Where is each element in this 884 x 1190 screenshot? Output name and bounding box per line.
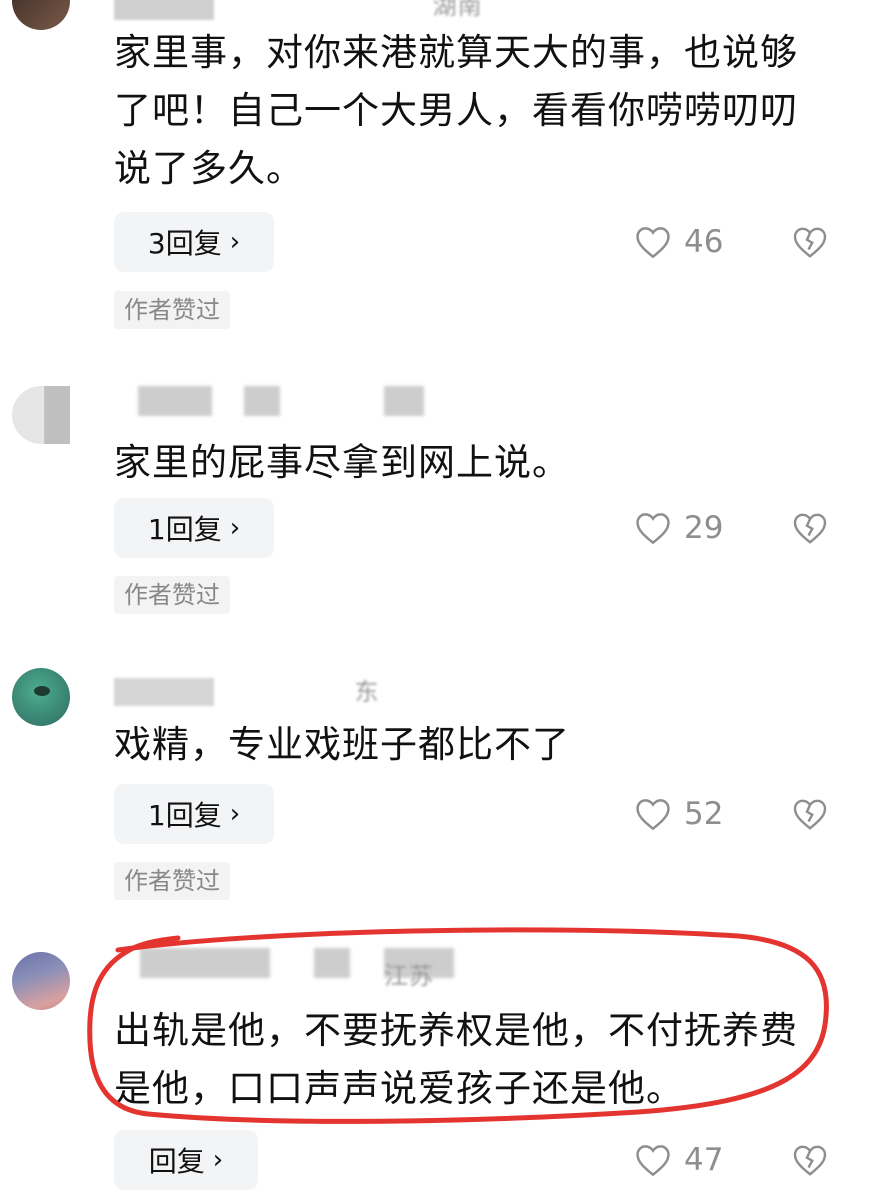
dislike-button[interactable]	[792, 212, 830, 272]
broken-heart-icon	[793, 799, 827, 830]
avatar[interactable]	[12, 386, 70, 444]
like-count: 52	[684, 796, 724, 832]
chevron-right-icon: ›	[229, 227, 241, 257]
dislike-button[interactable]	[792, 784, 830, 844]
like-count: 46	[684, 224, 724, 260]
comment-text: 戏精，专业戏班子都比不了	[114, 723, 570, 766]
broken-heart-icon	[793, 227, 827, 258]
comment-meta: 用户名称 东	[114, 672, 380, 707]
comment-meta	[114, 386, 454, 416]
heart-outline-icon	[636, 227, 670, 259]
like-button[interactable]: 29	[634, 498, 723, 558]
avatar[interactable]	[12, 952, 70, 1010]
highlight-ring	[87, 927, 829, 1124]
like-count: 47	[684, 1142, 724, 1178]
like-button[interactable]: 46	[634, 212, 723, 272]
author-liked-badge: 作者赞过	[114, 291, 230, 329]
reply-button[interactable]: 1回复 ›	[114, 498, 274, 558]
reply-button[interactable]: 回复 ›	[114, 1130, 258, 1190]
chevron-right-icon: ›	[229, 513, 241, 543]
dislike-button[interactable]	[792, 1130, 830, 1190]
comment-meta: 用户名称 湖南	[114, 0, 483, 21]
reply-label: 回复	[148, 1145, 205, 1178]
heart-outline-icon	[636, 513, 670, 545]
reply-button[interactable]: 3回复 ›	[114, 212, 274, 272]
reply-label: 1回复	[147, 799, 222, 832]
broken-heart-icon	[793, 513, 827, 544]
author-liked-badge: 作者赞过	[114, 862, 230, 900]
like-button[interactable]: 52	[634, 784, 723, 844]
heart-outline-icon	[636, 799, 670, 831]
reply-label: 3回复	[147, 227, 222, 260]
reply-label: 1回复	[147, 513, 222, 546]
chevron-right-icon: ›	[212, 1145, 224, 1175]
like-count: 29	[684, 510, 724, 546]
chevron-right-icon: ›	[229, 799, 241, 829]
broken-heart-icon	[793, 1145, 827, 1176]
comment-text: 家里的屁事尽拿到网上说。	[114, 441, 570, 484]
heart-outline-icon	[636, 1145, 670, 1177]
dislike-button[interactable]	[792, 498, 830, 558]
avatar[interactable]	[12, 668, 70, 726]
reply-button[interactable]: 1回复 ›	[114, 784, 274, 844]
comment-text: 家里事，对你来港就算天大的事，也说够了吧！自己一个大男人，看看你唠唠叨叨说了多久…	[114, 31, 798, 190]
avatar[interactable]	[12, 0, 70, 30]
like-button[interactable]: 47	[634, 1130, 723, 1190]
author-liked-badge: 作者赞过	[114, 576, 230, 614]
